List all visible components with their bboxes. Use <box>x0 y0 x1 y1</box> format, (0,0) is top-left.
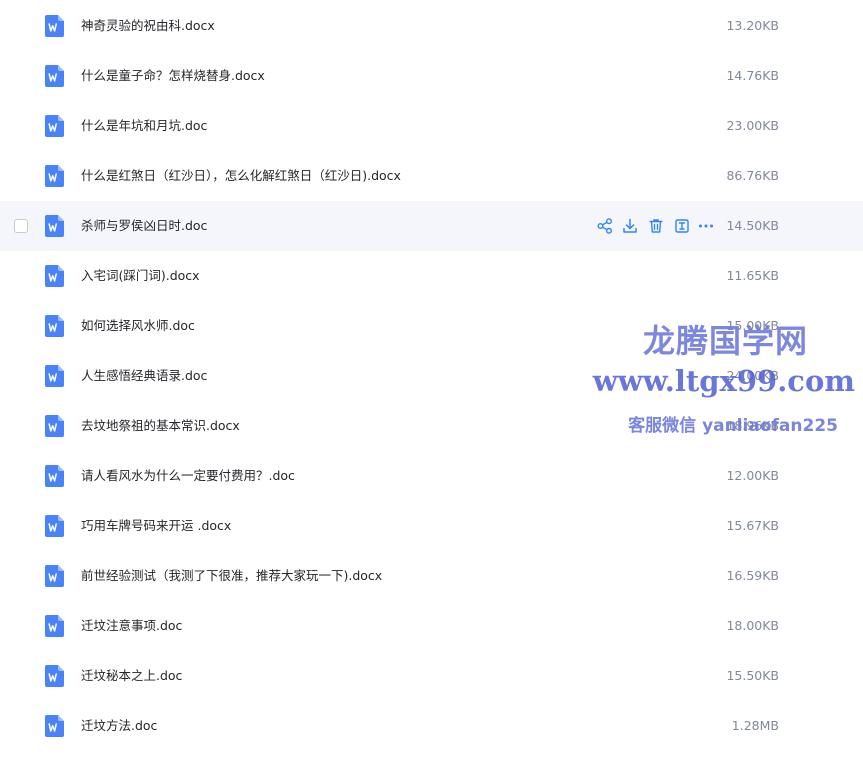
file-row[interactable]: 迁坟方法.doc 1.28MB <box>0 701 863 751</box>
file-size: 12.00KB <box>726 468 779 483</box>
file-size: 15.00KB <box>726 318 779 333</box>
file-row[interactable]: 入宅词(踩门词).docx 11.65KB <box>0 251 863 301</box>
file-size: 15.50KB <box>726 668 779 683</box>
file-name[interactable]: 什么是年坑和月坑.doc <box>81 117 207 135</box>
file-row[interactable]: 什么是红煞日（红沙日），怎么化解红煞日（红沙日).docx 86.76KB <box>0 151 863 201</box>
word-doc-icon <box>45 715 64 737</box>
word-doc-icon <box>45 465 64 487</box>
file-size: 14.50KB <box>726 218 779 233</box>
file-name[interactable]: 杀师与罗侯凶日时.doc <box>81 217 207 235</box>
file-row[interactable]: 请人看风水为什么一定要付费用？.doc 12.00KB <box>0 451 863 501</box>
file-size: 15.67KB <box>726 518 779 533</box>
file-row[interactable]: 什么是年坑和月坑.doc 23.00KB <box>0 101 863 151</box>
file-name[interactable]: 什么是红煞日（红沙日），怎么化解红煞日（红沙日).docx <box>81 167 401 185</box>
word-doc-icon <box>45 165 64 187</box>
file-name[interactable]: 人生感悟经典语录.doc <box>81 367 207 385</box>
file-row-hovered[interactable]: 杀师与罗侯凶日时.doc 14.50KB <box>0 201 863 251</box>
word-doc-icon <box>45 115 64 137</box>
rename-icon[interactable] <box>673 217 691 235</box>
file-name[interactable]: 如何选择风水师.doc <box>81 317 195 335</box>
file-size: 23.00KB <box>726 118 779 133</box>
file-size: 11.65KB <box>726 268 779 283</box>
word-doc-icon <box>45 65 64 87</box>
word-doc-icon <box>45 265 64 287</box>
word-doc-icon <box>45 515 64 537</box>
file-row[interactable]: 什么是童子命？怎样烧替身.docx 14.76KB <box>0 51 863 101</box>
file-name[interactable]: 请人看风水为什么一定要付费用？.doc <box>81 467 295 485</box>
row-checkbox[interactable] <box>14 219 28 233</box>
file-row[interactable]: 神奇灵验的祝由科.docx 13.20KB <box>0 1 863 51</box>
word-doc-icon <box>45 615 64 637</box>
file-row[interactable]: 如何选择风水师.doc 15.00KB <box>0 301 863 351</box>
file-row[interactable]: 前世经验测试（我测了下很准，推荐大家玩一下).docx 16.59KB <box>0 551 863 601</box>
more-icon[interactable] <box>697 217 715 235</box>
file-size: 14.76KB <box>726 68 779 83</box>
file-name[interactable]: 迁坟注意事项.doc <box>81 617 182 635</box>
share-icon[interactable] <box>596 217 614 235</box>
file-size: 18.96KB <box>726 418 779 433</box>
file-name[interactable]: 巧用车牌号码来开运 .docx <box>81 517 231 535</box>
file-row[interactable]: 去坟地祭祖的基本常识.docx 18.96KB <box>0 401 863 451</box>
file-size: 24.00KB <box>726 368 779 383</box>
file-name[interactable]: 入宅词(踩门词).docx <box>81 267 200 285</box>
file-size: 18.00KB <box>726 618 779 633</box>
file-size: 1.28MB <box>731 718 779 733</box>
file-size: 16.59KB <box>726 568 779 583</box>
download-icon[interactable] <box>621 217 639 235</box>
file-name[interactable]: 神奇灵验的祝由科.docx <box>81 17 215 35</box>
file-size: 86.76KB <box>726 168 779 183</box>
file-size: 13.20KB <box>726 18 779 33</box>
file-row[interactable]: 迁坟注意事项.doc 18.00KB <box>0 601 863 651</box>
file-row[interactable]: 人生感悟经典语录.doc 24.00KB <box>0 351 863 401</box>
word-doc-icon <box>45 415 64 437</box>
file-name[interactable]: 前世经验测试（我测了下很准，推荐大家玩一下).docx <box>81 567 382 585</box>
word-doc-icon <box>45 565 64 587</box>
file-row[interactable]: 巧用车牌号码来开运 .docx 15.67KB <box>0 501 863 551</box>
word-doc-icon <box>45 315 64 337</box>
file-name[interactable]: 迁坟方法.doc <box>81 717 157 735</box>
file-name[interactable]: 去坟地祭祖的基本常识.docx <box>81 417 240 435</box>
delete-icon[interactable] <box>647 217 665 235</box>
word-doc-icon <box>45 215 64 237</box>
word-doc-icon <box>45 15 64 37</box>
file-row[interactable]: 迁坟秘本之上.doc 15.50KB <box>0 651 863 701</box>
word-doc-icon <box>45 665 64 687</box>
file-name[interactable]: 迁坟秘本之上.doc <box>81 667 182 685</box>
word-doc-icon <box>45 365 64 387</box>
file-name[interactable]: 什么是童子命？怎样烧替身.docx <box>81 67 265 85</box>
